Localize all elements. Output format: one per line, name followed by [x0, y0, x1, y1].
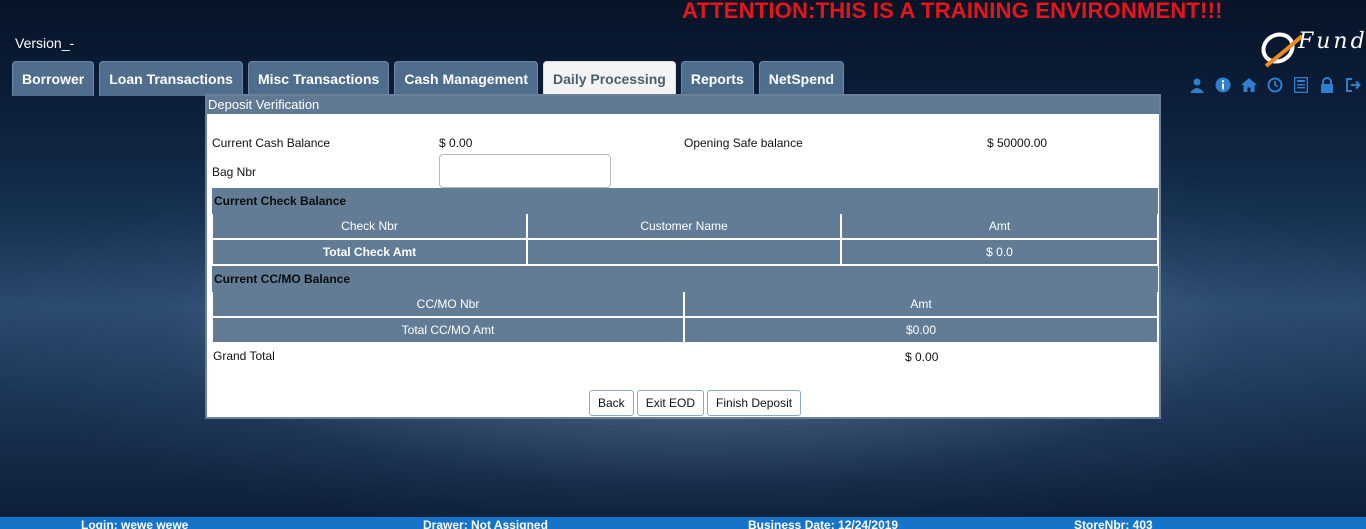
toolbar-icons [1186, 75, 1364, 95]
exit-eod-button[interactable]: Exit EOD [636, 390, 705, 416]
main-tabs: Borrower Loan Transactions Misc Transact… [12, 61, 845, 96]
action-buttons: Back Exit EOD Finish Deposit [589, 390, 802, 416]
lock-icon[interactable] [1316, 75, 1338, 95]
info-icon[interactable] [1212, 75, 1234, 95]
bag-nbr-label: Bag Nbr [212, 165, 257, 179]
customer-name-header: Customer Name [528, 214, 840, 238]
version-label: Version_- [15, 35, 75, 51]
grand-total-value: $ 0.00 [905, 350, 939, 364]
opening-safe-label: Opening Safe balance [684, 136, 803, 150]
logo-text: Fund [1298, 29, 1366, 54]
check-table: Check Nbr Customer Name Amt Total Check … [213, 214, 1157, 264]
deposit-verification-panel: Deposit Verification Current Cash Balanc… [205, 94, 1161, 419]
clock-icon[interactable] [1264, 75, 1286, 95]
current-cash-label: Current Cash Balance [212, 136, 331, 150]
total-check-label: Total Check Amt [213, 240, 526, 264]
tab-daily-processing[interactable]: Daily Processing [543, 61, 676, 96]
store-nbr-status: StoreNbr: 403 [1074, 518, 1153, 529]
check-nbr-header: Check Nbr [213, 214, 526, 238]
opening-safe-value: $ 50000.00 [987, 136, 1048, 150]
tab-cash-management[interactable]: Cash Management [394, 61, 539, 96]
total-ccmo-label: Total CC/MO Amt [213, 318, 683, 342]
tab-borrower[interactable]: Borrower [12, 61, 95, 96]
user-icon[interactable] [1186, 75, 1208, 95]
finish-deposit-button[interactable]: Finish Deposit [707, 390, 802, 416]
ccmo-nbr-header: CC/MO Nbr [213, 292, 683, 316]
tab-misc-transactions[interactable]: Misc Transactions [247, 61, 390, 96]
check-balance-section: Current Check Balance [212, 188, 1158, 214]
calculator-icon[interactable] [1290, 75, 1312, 95]
ccmo-amt-header: Amt [685, 292, 1157, 316]
login-status: Login: wewe wewe [81, 518, 189, 529]
tab-loan-transactions[interactable]: Loan Transactions [99, 61, 243, 96]
grand-total-label: Grand Total [213, 349, 275, 363]
check-amt-header: Amt [842, 214, 1157, 238]
drawer-status: Drawer: Not Assigned [423, 518, 548, 529]
logout-icon[interactable] [1342, 75, 1364, 95]
total-ccmo-value: $0.00 [685, 318, 1157, 342]
qfund-logo: Fund [1258, 26, 1365, 72]
tab-reports[interactable]: Reports [680, 61, 754, 96]
total-check-value: $ 0.0 [842, 240, 1157, 264]
tab-netspend[interactable]: NetSpend [758, 61, 845, 96]
current-cash-value: $ 0.00 [439, 136, 473, 150]
bag-nbr-input[interactable] [439, 154, 611, 188]
panel-title: Deposit Verification [207, 96, 1159, 114]
home-icon[interactable] [1238, 75, 1260, 95]
total-check-empty [528, 240, 840, 264]
status-footer: Login: wewe wewe Drawer: Not Assigned Bu… [0, 517, 1366, 529]
training-banner: ATTENTION:THIS IS A TRAINING ENVIRONMENT… [682, 0, 1223, 23]
ccmo-table: CC/MO Nbr Amt Total CC/MO Amt $0.00 [213, 292, 1157, 342]
ccmo-balance-section: Current CC/MO Balance [212, 266, 1158, 292]
business-date-status: Business Date: 12/24/2019 [748, 518, 899, 529]
back-button[interactable]: Back [589, 390, 634, 416]
